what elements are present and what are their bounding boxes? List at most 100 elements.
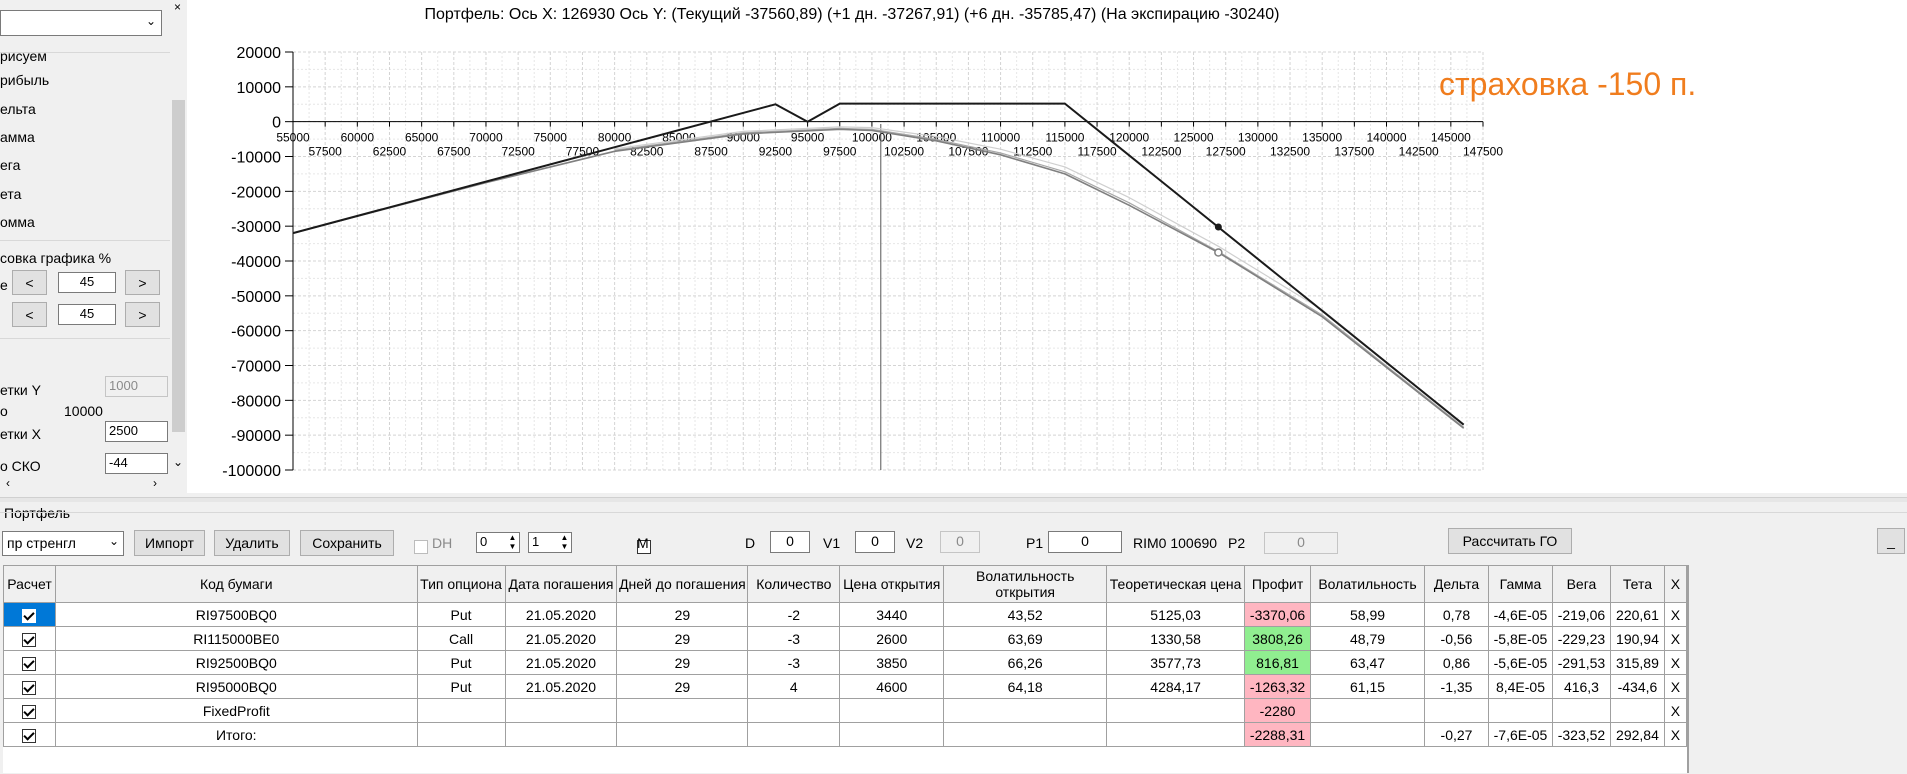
option-vomma[interactable]: омма xyxy=(0,214,35,230)
col-header-open-vol[interactable]: Волатильность открытия xyxy=(943,565,1108,603)
table-row[interactable]: RI115000BE0 Call 21.05.2020 29 -3 2600 63,69 13… xyxy=(3,626,1688,651)
calculate-go-button[interactable]: Рассчитать ГО xyxy=(1448,528,1572,554)
scale-row1-input[interactable]: 45 xyxy=(58,272,116,293)
calc-checkbox[interactable] xyxy=(22,728,37,743)
scale-row2-input[interactable]: 45 xyxy=(58,304,116,325)
d-input[interactable]: 0 xyxy=(770,531,810,553)
cell-gamma: -4,6E-05 xyxy=(1487,602,1553,627)
cell-calc[interactable] xyxy=(3,722,56,747)
x-tick-label: 122500 xyxy=(1141,145,1181,159)
cell-gamma: -5,6E-05 xyxy=(1487,650,1553,675)
positions-grid[interactable]: Расчет Код бумаги Тип опциона Дата погаш… xyxy=(3,565,1688,773)
col-header-calc[interactable]: Расчет xyxy=(3,565,56,603)
vertical-scrollbar[interactable]: × ⌄ xyxy=(170,0,187,469)
option-delta[interactable]: ельта xyxy=(0,101,36,117)
option-profit[interactable]: рибыль xyxy=(0,72,49,88)
scroll-left-icon[interactable]: ‹ xyxy=(6,476,10,490)
x-tick-label: 55000 xyxy=(276,131,310,145)
cell-days xyxy=(616,722,749,747)
x-tick-label: 117500 xyxy=(1077,145,1116,159)
cell-vol: 63,47 xyxy=(1310,650,1426,675)
cell-remove[interactable]: X xyxy=(1663,698,1688,723)
chart-mode-dropdown[interactable]: ⌄ xyxy=(0,10,162,36)
calc-checkbox[interactable] xyxy=(22,608,37,623)
cell-calc[interactable] xyxy=(3,626,56,651)
to-value: 10000 xyxy=(64,403,103,419)
cell-remove[interactable]: X xyxy=(1663,626,1688,651)
y-tick-label: -20000 xyxy=(231,184,281,201)
table-row[interactable]: FixedProfit -2280 X xyxy=(3,698,1688,723)
col-header-type[interactable]: Тип опциона xyxy=(416,565,506,603)
table-row[interactable]: Итого: -2288,31 -0,27 -7,6E-05 -323,52 292,84… xyxy=(3,722,1688,747)
table-row[interactable]: RI97500BQ0 Put 21.05.2020 29 -2 3440 43,52 5125… xyxy=(3,602,1688,627)
import-button[interactable]: Импорт xyxy=(134,530,205,556)
cell-calc[interactable] xyxy=(3,698,56,723)
scroll-right-icon[interactable]: › xyxy=(153,476,157,490)
calc-checkbox[interactable] xyxy=(22,704,37,719)
cell-open-price xyxy=(839,722,945,747)
delete-button[interactable]: Удалить xyxy=(214,530,290,556)
col-header-qty[interactable]: Количество xyxy=(747,565,841,603)
option-vega[interactable]: ега xyxy=(0,157,20,173)
calc-checkbox[interactable] xyxy=(22,656,37,671)
grid-x-input[interactable]: 2500 xyxy=(105,421,168,442)
sko-input[interactable]: -44 xyxy=(105,453,168,474)
col-header-theo-price[interactable]: Теоретическая цена xyxy=(1106,565,1246,603)
settings-panel: ⌄ рисуем рибыль ельта амма ега ета омма … xyxy=(0,0,173,493)
option-theta[interactable]: ета xyxy=(0,186,21,202)
cell-open-price xyxy=(839,698,945,723)
chevron-down-icon: ⌄ xyxy=(108,534,119,548)
col-header-gamma[interactable]: Гамма xyxy=(1487,565,1553,603)
col-header-vega[interactable]: Вега xyxy=(1551,565,1611,603)
col-header-code[interactable]: Код бумаги xyxy=(54,565,418,603)
payoff-chart[interactable]: Портфель: Ось X: 126930 Ось Y: (Текущий … xyxy=(187,0,1907,493)
v2-input[interactable]: 0 xyxy=(940,531,980,553)
col-header-theta[interactable]: Тета xyxy=(1609,565,1665,603)
col-header-delta[interactable]: Дельта xyxy=(1424,565,1489,603)
strategy-dropdown[interactable]: пр стренгл ⌄ xyxy=(2,531,124,556)
dh-checkbox[interactable] xyxy=(414,540,428,555)
cell-date: 21.05.2020 xyxy=(504,674,618,699)
cell-calc[interactable] xyxy=(3,650,56,675)
grid-y-input[interactable]: 1000 xyxy=(105,376,168,397)
cell-remove[interactable]: X xyxy=(1663,674,1688,699)
table-row[interactable]: RI92500BQ0 Put 21.05.2020 29 -3 3850 66,26 3577… xyxy=(3,650,1688,675)
col-header-days[interactable]: Дней до погашения xyxy=(616,565,749,603)
x-tick-label: 115000 xyxy=(1045,131,1084,145)
spin2-arrows-icon[interactable]: ▲ ▼ xyxy=(559,533,570,552)
save-button[interactable]: Сохранить xyxy=(300,530,394,556)
cell-remove[interactable]: X xyxy=(1663,602,1688,627)
cell-calc[interactable] xyxy=(3,674,56,699)
cell-remove[interactable]: X xyxy=(1663,650,1688,675)
cell-vega: -323,52 xyxy=(1551,722,1611,747)
scroll-down-icon[interactable]: ⌄ xyxy=(173,455,183,469)
scale-row1-increase-button[interactable]: > xyxy=(125,270,160,295)
p2-input[interactable]: 0 xyxy=(1264,532,1338,554)
col-header-vol[interactable]: Волатильность xyxy=(1310,565,1426,603)
panel-splitter[interactable] xyxy=(0,497,1907,502)
cell-remove[interactable]: X xyxy=(1663,722,1688,747)
col-header-date[interactable]: Дата погашения xyxy=(504,565,618,603)
scale-row1-decrease-button[interactable]: < xyxy=(12,270,47,295)
scale-row2-increase-button[interactable]: > xyxy=(125,302,160,327)
calc-checkbox[interactable] xyxy=(22,632,37,647)
col-header-open-price[interactable]: Цена открытия xyxy=(839,565,945,603)
cell-date xyxy=(504,698,618,723)
spin1-arrows-icon[interactable]: ▲ ▼ xyxy=(507,533,518,552)
y-tick-label: -10000 xyxy=(231,150,281,167)
cell-open-vol xyxy=(943,722,1108,747)
cell-code: RI92500BQ0 xyxy=(54,650,418,675)
scrollbar-thumb[interactable] xyxy=(172,100,185,432)
table-row[interactable]: RI95000BQ0 Put 21.05.2020 29 4 4600 64,18 4284,… xyxy=(3,674,1688,699)
cell-calc[interactable] xyxy=(3,602,56,627)
v1-input[interactable]: 0 xyxy=(855,531,895,553)
scale-row2-decrease-button[interactable]: < xyxy=(12,302,47,327)
calc-checkbox[interactable] xyxy=(22,680,37,695)
minimize-button[interactable]: _ xyxy=(1877,528,1905,554)
col-header-profit[interactable]: Профит xyxy=(1244,565,1312,603)
option-gamma[interactable]: амма xyxy=(0,129,35,145)
p1-input[interactable]: 0 xyxy=(1048,531,1122,553)
horizontal-scrollbar[interactable]: ‹ › xyxy=(0,476,170,493)
col-header-x[interactable]: X xyxy=(1663,565,1688,603)
close-icon[interactable]: × xyxy=(174,0,181,14)
